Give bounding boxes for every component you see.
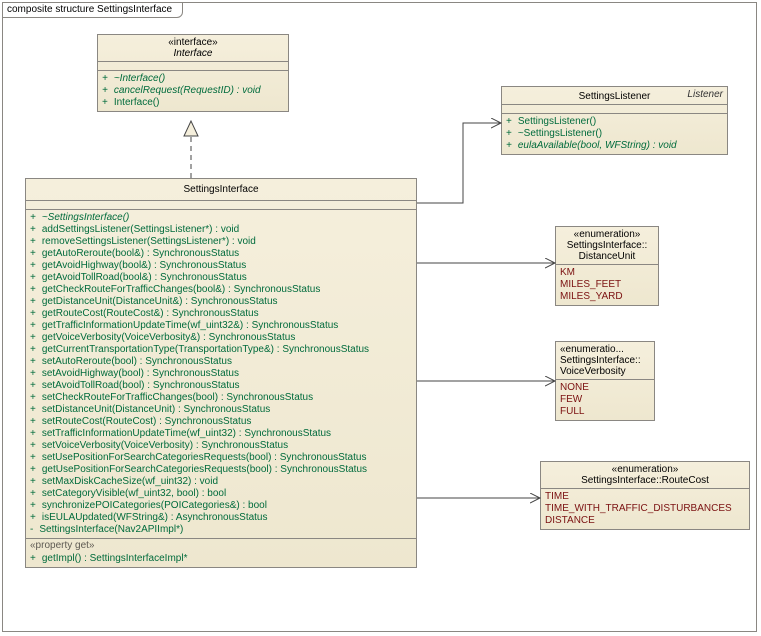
operation-row: +~SettingsListener() bbox=[506, 128, 723, 140]
corner-label-listener: Listener bbox=[687, 89, 723, 100]
class-interface: «interface» Interface +~Interface()+canc… bbox=[97, 34, 289, 112]
enum-value: TIME bbox=[545, 491, 745, 503]
enum-route-title: «enumeration» SettingsInterface::RouteCo… bbox=[541, 462, 749, 489]
operation-row: +setTrafficInformationUpdateTime(wf_uint… bbox=[30, 428, 412, 440]
diagram-frame: composite structure SettingsInterface «i… bbox=[2, 2, 757, 632]
operation-row: +setCheckRouteForTrafficChanges(bool) : … bbox=[30, 392, 412, 404]
class-interface-stereo: «interface» bbox=[102, 37, 284, 48]
enum-value: MILES_YARD bbox=[560, 291, 654, 303]
operation-row: +getAvoidTollRoad(bool&) : SynchronousSt… bbox=[30, 272, 412, 284]
operation-row: +setRouteCost(RouteCost) : SynchronousSt… bbox=[30, 416, 412, 428]
operation-row: +getDistanceUnit(DistanceUnit&) : Synchr… bbox=[30, 296, 412, 308]
enum-route-cost: «enumeration» SettingsInterface::RouteCo… bbox=[540, 461, 750, 530]
operation-row: +setAutoReroute(bool) : SynchronousStatu… bbox=[30, 356, 412, 368]
operation-row: +addSettingsListener(SettingsListener*) … bbox=[30, 224, 412, 236]
class-settings-listener: Listener SettingsListener +SettingsListe… bbox=[501, 86, 728, 155]
class-settings-interface: SettingsInterface +~SettingsInterface()+… bbox=[25, 178, 417, 568]
frame-title: composite structure SettingsInterface bbox=[7, 4, 172, 15]
operation-row: +SettingsListener() bbox=[506, 116, 723, 128]
operation-row: +isEULAUpdated(WFString&) : Asynchronous… bbox=[30, 512, 412, 524]
enum-value: FULL bbox=[560, 406, 650, 418]
diagram-canvas: composite structure SettingsInterface «i… bbox=[0, 0, 761, 636]
operation-row: +~SettingsInterface() bbox=[30, 212, 412, 224]
enum-value: NONE bbox=[560, 382, 650, 394]
enum-voice-name2: VoiceVerbosity bbox=[560, 366, 650, 377]
property-get-label: «property get» bbox=[26, 539, 416, 551]
enum-voice-title: «enumeratio... SettingsInterface:: Voice… bbox=[556, 342, 654, 380]
operation-row: +getRouteCost(RouteCost&) : SynchronousS… bbox=[30, 308, 412, 320]
operation-row: +getCheckRouteForTrafficChanges(bool&) :… bbox=[30, 284, 412, 296]
operation-row: +getCurrentTransportationType(Transporta… bbox=[30, 344, 412, 356]
enum-voice-verbosity: «enumeratio... SettingsInterface:: Voice… bbox=[555, 341, 655, 421]
enum-value: KM bbox=[560, 267, 654, 279]
enum-voice-name: SettingsInterface:: bbox=[560, 355, 650, 366]
operation-row: +getTrafficInformationUpdateTime(wf_uint… bbox=[30, 320, 412, 332]
frame-title-tab: composite structure SettingsInterface bbox=[2, 2, 183, 18]
class-settings-title: SettingsInterface bbox=[26, 179, 416, 201]
class-interface-name: Interface bbox=[102, 48, 284, 59]
enum-voice-stereo: «enumeratio... bbox=[560, 344, 650, 355]
operation-row: +getImpl() : SettingsInterfaceImpl* bbox=[30, 553, 412, 565]
operation-row: +setMaxDiskCacheSize(wf_uint32) : void bbox=[30, 476, 412, 488]
operation-row: +getVoiceVerbosity(VoiceVerbosity&) : Sy… bbox=[30, 332, 412, 344]
class-settings-name: SettingsInterface bbox=[31, 184, 411, 195]
class-interface-title: «interface» Interface bbox=[98, 35, 288, 62]
operation-row: +setUsePositionForSearchCategoriesReques… bbox=[30, 452, 412, 464]
operation-row: +setDistanceUnit(DistanceUnit) : Synchro… bbox=[30, 404, 412, 416]
enum-value: MILES_FEET bbox=[560, 279, 654, 291]
enum-route-stereo: «enumeration» bbox=[545, 464, 745, 475]
enum-distance-name2: DistanceUnit bbox=[560, 251, 654, 262]
operation-row: +getAutoReroute(bool&) : SynchronousStat… bbox=[30, 248, 412, 260]
enum-distance-title: «enumeration» SettingsInterface:: Distan… bbox=[556, 227, 658, 265]
operation-row: +synchronizePOICategories(POICategories&… bbox=[30, 500, 412, 512]
operation-row: +removeSettingsListener(SettingsListener… bbox=[30, 236, 412, 248]
operation-row: -SettingsInterface(Nav2APIImpl*) bbox=[30, 524, 412, 536]
operation-row: +Interface() bbox=[102, 97, 284, 109]
operation-row: +eulaAvailable(bool, WFString) : void bbox=[506, 140, 723, 152]
enum-value: FEW bbox=[560, 394, 650, 406]
operation-row: +getUsePositionForSearchCategoriesReques… bbox=[30, 464, 412, 476]
operation-row: +~Interface() bbox=[102, 73, 284, 85]
enum-distance-stereo: «enumeration» bbox=[560, 229, 654, 240]
operation-row: +setVoiceVerbosity(VoiceVerbosity) : Syn… bbox=[30, 440, 412, 452]
enum-distance-unit: «enumeration» SettingsInterface:: Distan… bbox=[555, 226, 659, 306]
enum-distance-name: SettingsInterface:: bbox=[560, 240, 654, 251]
operation-row: +setCategoryVisible(wf_uint32, bool) : b… bbox=[30, 488, 412, 500]
operation-row: +getAvoidHighway(bool&) : SynchronousSta… bbox=[30, 260, 412, 272]
enum-value: TIME_WITH_TRAFFIC_DISTURBANCES bbox=[545, 503, 745, 515]
enum-route-name: SettingsInterface::RouteCost bbox=[545, 475, 745, 486]
operation-row: +cancelRequest(RequestID) : void bbox=[102, 85, 284, 97]
enum-value: DISTANCE bbox=[545, 515, 745, 527]
operation-row: +setAvoidTollRoad(bool) : SynchronousSta… bbox=[30, 380, 412, 392]
operation-row: +setAvoidHighway(bool) : SynchronousStat… bbox=[30, 368, 412, 380]
